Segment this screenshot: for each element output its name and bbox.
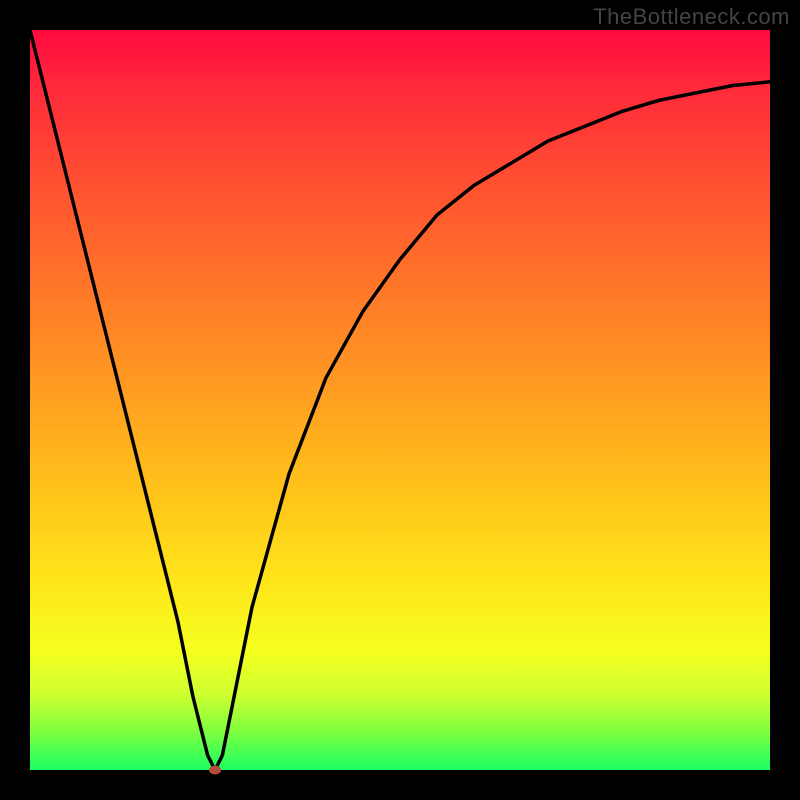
plot-area — [30, 30, 770, 770]
chart-frame: TheBottleneck.com — [0, 0, 800, 800]
curve-svg — [30, 30, 770, 770]
optimal-point-marker — [209, 766, 221, 775]
bottleneck-curve-path — [30, 30, 770, 770]
watermark-text: TheBottleneck.com — [593, 4, 790, 30]
